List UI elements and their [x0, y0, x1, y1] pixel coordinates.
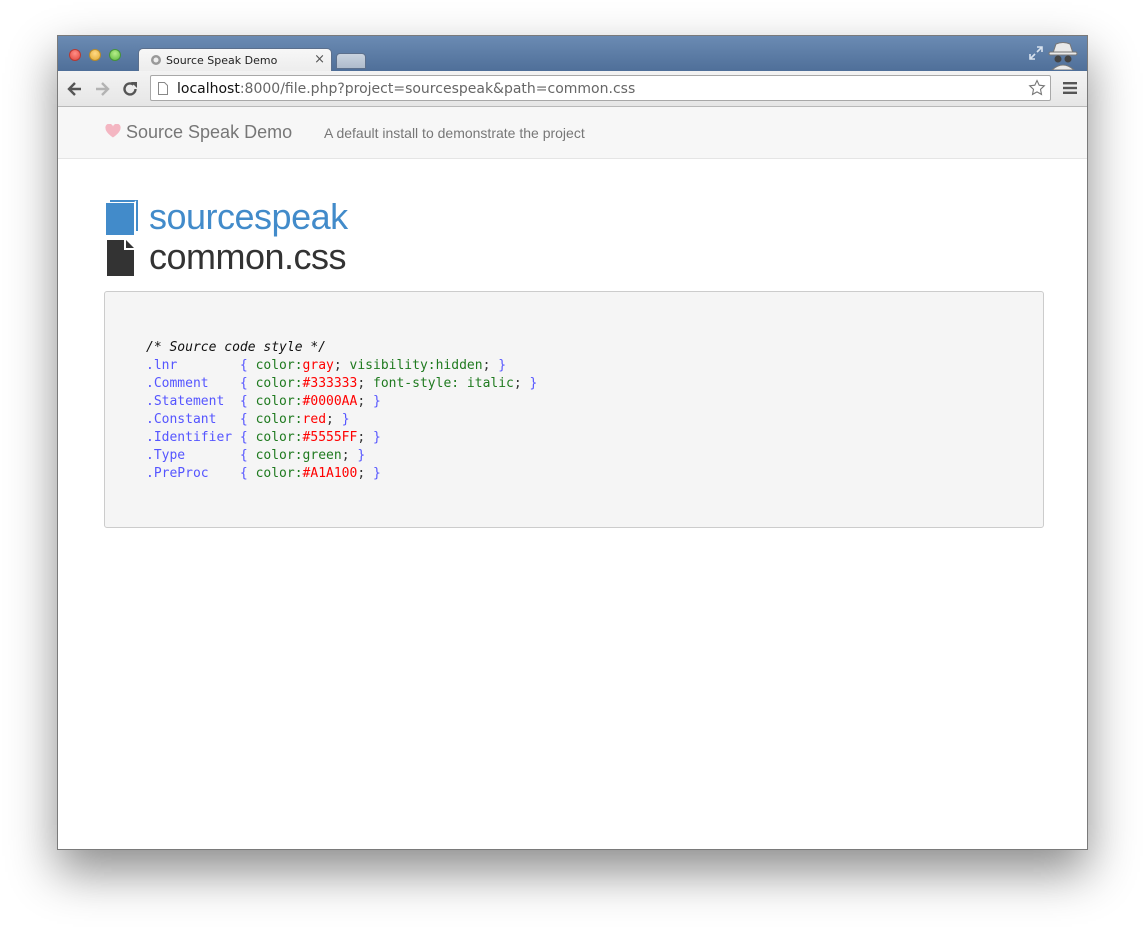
code-value: #A1A100	[302, 466, 358, 481]
code-property: font-style:	[373, 376, 460, 391]
code-selector: .Identifier	[146, 430, 233, 445]
code-line: .Identifier { color:#5555FF; }	[146, 430, 381, 445]
code-property: visibility:	[349, 358, 436, 373]
code-brace: {	[232, 376, 256, 391]
code-brace: {	[232, 412, 256, 427]
code-selector: .Comment	[146, 376, 233, 391]
tab-close-icon[interactable]: ×	[314, 52, 325, 67]
new-tab-button[interactable]	[336, 53, 366, 69]
code-value: #333333	[302, 376, 358, 391]
code-selector: .lnr	[146, 358, 233, 373]
code-semicolon: ;	[326, 412, 342, 427]
code-line: .PreProc { color:#A1A100; }	[146, 466, 381, 481]
url-text[interactable]: localhost:8000/file.php?project=sourcesp…	[177, 81, 635, 97]
code-property: color:	[255, 358, 303, 373]
code-brace: {	[232, 466, 256, 481]
code-semicolon: ;	[333, 358, 350, 373]
code-brace: {	[232, 448, 256, 463]
title-bar: Source Speak Demo ×	[58, 36, 1087, 73]
menu-icon[interactable]	[1063, 82, 1077, 94]
address-bar[interactable]: localhost:8000/file.php?project=sourcesp…	[150, 75, 1051, 101]
file-title: common.css	[149, 236, 347, 277]
code-value: italic	[459, 376, 514, 391]
code-line: .Constant { color:red; }	[146, 412, 350, 427]
tab-source-speak-demo[interactable]: Source Speak Demo ×	[138, 48, 332, 73]
code-brace: }	[373, 466, 381, 481]
code-semicolon: ;	[482, 358, 499, 373]
reload-icon[interactable]	[120, 79, 140, 99]
code-brace: }	[498, 358, 507, 373]
code-semicolon: ;	[341, 448, 358, 463]
file-icon	[107, 240, 134, 276]
book-icon	[106, 200, 138, 235]
zoom-window-button[interactable]	[109, 49, 121, 61]
code-value: green	[302, 448, 342, 463]
browser-window: Source Speak Demo × localhost:8000/file.…	[57, 35, 1088, 850]
code-semicolon: ;	[357, 376, 373, 391]
code-selector: .Statement	[146, 394, 233, 409]
code-line: .Type { color:green; }	[146, 448, 365, 463]
code-property: color:	[255, 412, 303, 427]
code-brace: }	[373, 394, 381, 409]
code-line: .lnr { color:gray; visibility:hidden; }	[146, 358, 506, 373]
code-value: hidden	[435, 358, 483, 373]
code-value: gray	[302, 358, 334, 373]
code-value: #5555FF	[302, 430, 358, 445]
page-icon	[158, 82, 168, 95]
code-property: color:	[255, 466, 303, 481]
code-selector: .Type	[146, 448, 233, 463]
code-property: color:	[255, 448, 303, 463]
code-semicolon: ;	[357, 430, 373, 445]
incognito-icon	[1048, 42, 1078, 70]
code-line: .Comment { color:#333333; font-style: it…	[146, 376, 537, 391]
minimize-window-button[interactable]	[89, 49, 101, 61]
code-brace: }	[357, 448, 366, 463]
close-window-button[interactable]	[69, 49, 81, 61]
project-title-link[interactable]: sourcespeak	[149, 196, 348, 238]
code-brace: {	[232, 358, 256, 373]
code-semicolon: ;	[357, 466, 373, 481]
code-value: #0000AA	[302, 394, 358, 409]
code-brace: }	[373, 430, 381, 445]
code-property: color:	[255, 430, 303, 445]
code-comment: /* Source code style */	[146, 340, 327, 355]
fullscreen-icon[interactable]	[1028, 45, 1044, 61]
code-brace: {	[232, 430, 256, 445]
code-brace: }	[341, 412, 350, 427]
code-property: color:	[255, 394, 303, 409]
code-semicolon: ;	[513, 376, 530, 391]
code-brace: {	[232, 394, 256, 409]
site-navbar: Source Speak Demo A default install to d…	[58, 107, 1087, 159]
code-line: .Statement { color:#0000AA; }	[146, 394, 381, 409]
code-block: /* Source code style */ .lnr { color:gra…	[146, 339, 537, 483]
bookmark-star-icon[interactable]	[1028, 79, 1046, 97]
code-selector: .Constant	[146, 412, 233, 427]
code-panel: /* Source code style */ .lnr { color:gra…	[104, 291, 1044, 528]
back-arrow-icon[interactable]	[65, 79, 85, 99]
url-path: :8000/file.php?project=sourcespeak&path=…	[239, 81, 636, 97]
heart-icon	[105, 124, 121, 138]
code-property: color:	[255, 376, 303, 391]
code-brace: }	[529, 376, 538, 391]
navbar-brand[interactable]: Source Speak Demo	[126, 122, 292, 143]
favicon-icon	[151, 55, 161, 65]
forward-arrow-icon[interactable]	[92, 79, 112, 99]
code-selector: .PreProc	[146, 466, 233, 481]
code-semicolon: ;	[357, 394, 373, 409]
code-value: red	[302, 412, 327, 427]
tab-title: Source Speak Demo	[166, 54, 278, 67]
url-host: localhost	[177, 81, 240, 97]
browser-toolbar: localhost:8000/file.php?project=sourcesp…	[58, 71, 1087, 107]
navbar-description: A default install to demonstrate the pro…	[324, 125, 585, 141]
